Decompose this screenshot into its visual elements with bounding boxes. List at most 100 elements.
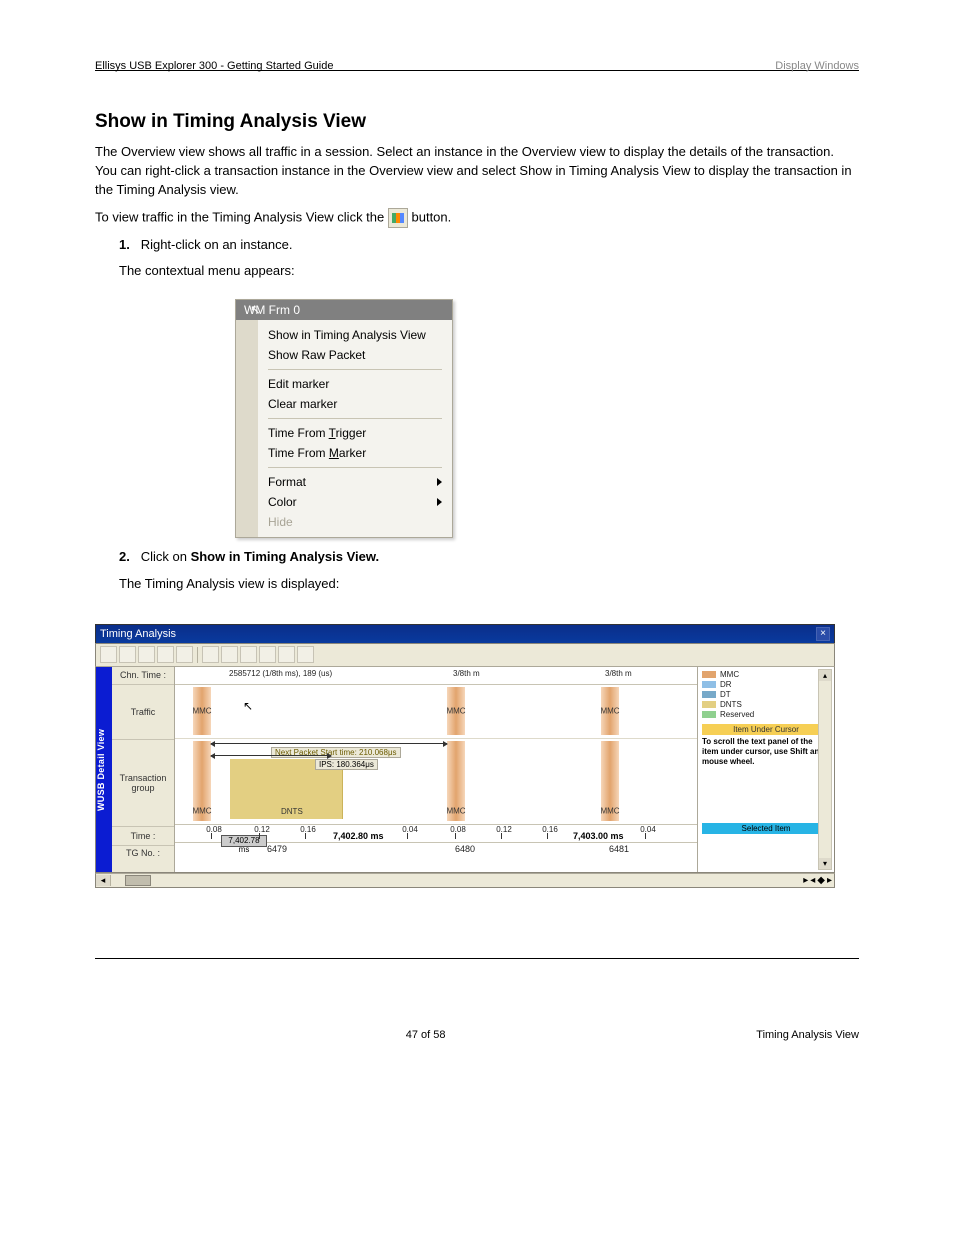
step-left-icon[interactable]: ◂ [810,875,815,886]
label-traffic: Traffic [112,685,174,740]
footer-rule [95,958,859,959]
dnts-label: DNTS [281,807,303,816]
toolbar-hint-paragraph: To view traffic in the Timing Analysis V… [95,208,859,228]
legend-mmc: MMC [702,670,830,680]
zoom-region-icon[interactable] [138,646,155,663]
step-number: 2. [119,549,130,564]
step-right-icon[interactable]: ▸ [827,875,832,886]
doc-title: Ellisys USB Explorer 300 - Getting Start… [95,60,333,72]
chn-time-value: 2585712 (1/8th ms), 189 (us) [229,669,332,678]
timing-canvas[interactable]: 2585712 (1/8th ms), 189 (us) 3/8th m 3/8… [175,667,697,872]
selected-item-head: Selected Item [702,823,830,834]
context-menu-gutter [236,320,258,537]
timing-analysis-toolbar-icon [388,208,408,228]
hint-prefix: To view traffic in the Timing Analysis V… [95,209,388,224]
menu-separator [268,369,442,370]
scroll-right-icon[interactable]: ▸ [803,875,808,886]
row-labels: Chn. Time : Traffic Transaction group Ti… [112,667,175,872]
step-text-a: Click on [141,549,187,564]
mmc-tg-block[interactable]: MMC [601,741,619,821]
legend-dt: DT [702,690,830,700]
tg-number: 6480 [445,844,485,854]
options-icon[interactable] [259,646,276,663]
legend-reserved: Reserved [702,710,830,720]
export-icon[interactable] [278,646,295,663]
cursor-icon: ↖ [250,302,261,318]
cursor-icon[interactable] [202,646,219,663]
timing-analysis-figure: Timing Analysis × WUSB Detail View Chn. … [95,624,835,888]
toolbar-separator [197,647,198,663]
page-number: 47 of 58 [406,1029,446,1041]
section-heading: Show in Timing Analysis View [95,111,859,133]
menu-format[interactable]: Format [258,472,452,492]
picture-icon[interactable] [297,646,314,663]
legend-dr: DR [702,680,830,690]
mmc-tg-block[interactable]: MMC [447,741,465,821]
label-time: Time : [112,827,174,846]
next-packet-tag: Next Packet Start time: 210.068μs [271,747,401,758]
ips-tag: IPS: 180.364μs [315,759,378,770]
close-button[interactable]: × [816,627,830,641]
item-under-cursor-head: Item Under Cursor [702,724,830,735]
step-2: 2. Click on Show in Timing Analysis View… [119,548,859,567]
menu-time-from-trigger[interactable]: Time From Trigger [258,423,452,443]
timing-right-panel: MMC DR DT DNTS Reserved Item Under Curso… [697,667,834,872]
step-1: 1. Right-click on an instance. [119,236,859,255]
label-chn-time: Chn. Time : [112,667,174,685]
zoom-out-icon[interactable] [119,646,136,663]
stop-icon[interactable]: ◆ [817,875,825,886]
zoom-reset-icon[interactable] [176,646,193,663]
mmc-traffic-block[interactable]: MMC [447,687,465,735]
chn-time-value: 3/8th m [453,669,480,678]
menu-color[interactable]: Color [258,492,452,512]
timing-horiz-scrollbar[interactable]: ◂ ▸ ◂ ◆ ▸ [95,873,835,888]
tg-number: 6481 [599,844,639,854]
step-text: Right-click on an instance. [141,237,293,252]
scroll-thumb[interactable] [125,875,151,886]
wusb-detail-tab[interactable]: WUSB Detail View [96,667,112,872]
bracket-icon[interactable] [240,646,257,663]
label-tg-no: TG No. : [112,846,174,860]
mmc-traffic-block[interactable]: MMC [601,687,619,735]
time-major: 7,402.80 ms [333,831,384,841]
context-menu-figure: ↖ WM Frm 0 Show in Timing Analysis View … [235,299,859,538]
right-panel-scrollbar[interactable]: ▴ ▾ [818,669,832,870]
step-1-result: The contextual menu appears: [119,262,859,281]
menu-time-from-marker[interactable]: Time From Marker [258,443,452,463]
step-2-result: The Timing Analysis view is displayed: [119,575,859,594]
mmc-tg-block[interactable]: MMC [193,741,211,821]
scroll-down-icon[interactable]: ▾ [819,858,831,869]
mouse-cursor-icon: ↖ [243,699,253,713]
tg-number: 6479 [257,844,297,854]
mmc-traffic-block[interactable]: MMC [193,687,211,735]
context-menu: ↖ WM Frm 0 Show in Timing Analysis View … [235,299,453,538]
zoom-fit-icon[interactable] [157,646,174,663]
step-number: 1. [119,237,130,252]
menu-edit-marker[interactable]: Edit marker [258,374,452,394]
span-arrow [211,743,447,744]
submenu-arrow-icon [437,478,442,486]
legend-dnts: DNTS [702,700,830,710]
menu-show-raw[interactable]: Show Raw Packet [258,345,452,365]
scroll-up-icon[interactable]: ▴ [819,670,831,681]
dnts-block[interactable] [230,759,259,819]
menu-hide: Hide [258,512,452,532]
menu-clear-marker[interactable]: Clear marker [258,394,452,414]
timing-analysis-titlebar: Timing Analysis × [95,624,835,643]
chn-time-value: 3/8th m [605,669,632,678]
menu-separator [268,418,442,419]
footer-section: Timing Analysis View [756,1029,859,1041]
page-footer: 47 of 58 Timing Analysis View [95,1029,859,1041]
zoom-in-icon[interactable] [100,646,117,663]
cursor-hint: To scroll the text panel of the item und… [702,737,830,767]
label-transaction-group: Transaction group [112,740,174,827]
ips-arrow [211,755,331,756]
timing-analysis-title: Timing Analysis [100,628,176,640]
context-menu-items: Show in Timing Analysis View Show Raw Pa… [258,320,452,537]
menu-show-timing[interactable]: Show in Timing Analysis View [258,325,452,345]
scroll-left-icon[interactable]: ◂ [96,875,111,886]
hand-icon[interactable] [221,646,238,663]
menu-separator [268,467,442,468]
intro-paragraph: The Overview view shows all traffic in a… [95,143,859,200]
section-name: Display Windows [775,60,859,72]
